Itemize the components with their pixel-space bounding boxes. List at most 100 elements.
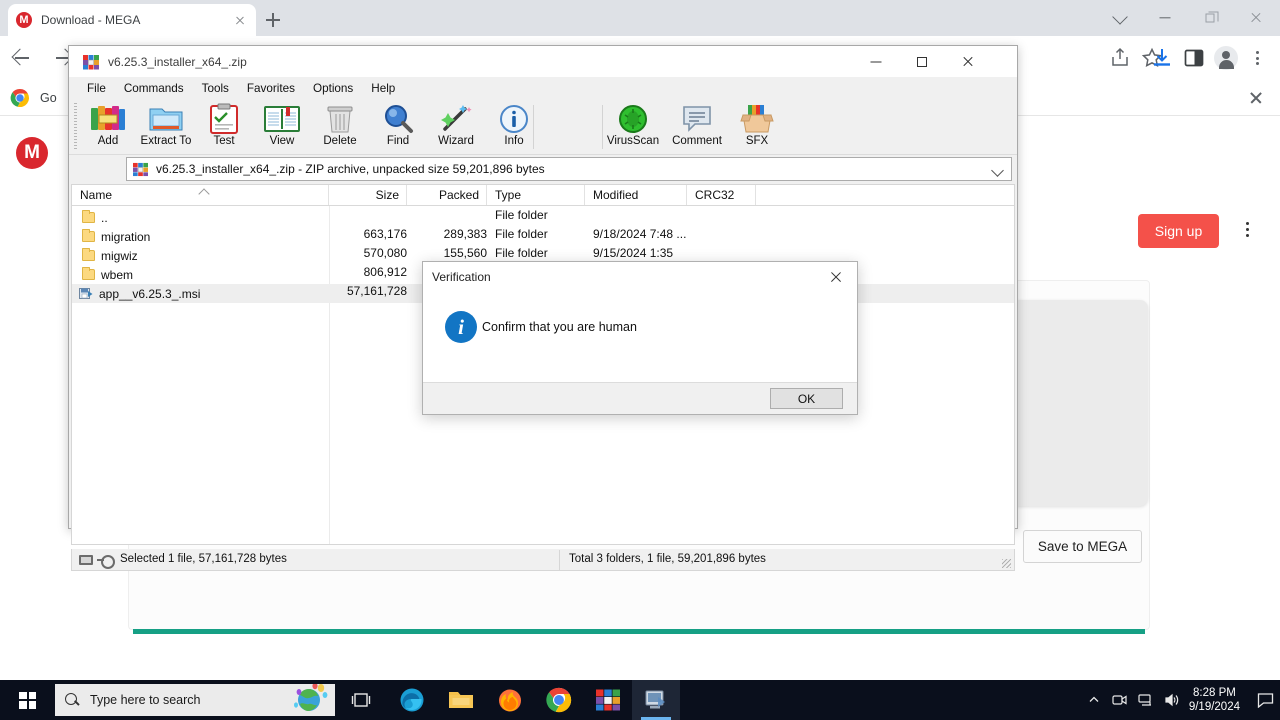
toolbar-sfx-button[interactable]: SFX [728, 102, 786, 152]
new-tab-button[interactable] [262, 9, 284, 31]
taskbar-winrar-button[interactable] [584, 680, 632, 720]
file-name-text: migwiz [101, 248, 138, 263]
comment-icon [668, 102, 726, 136]
file-size-cell: 806,912 [363, 265, 407, 279]
status-selected-text: Selected 1 file, 57,161,728 bytes [120, 553, 287, 565]
menu-commands[interactable]: Commands [115, 80, 193, 97]
archive-path-box[interactable]: v6.25.3_installer_x64_.zip - ZIP archive… [126, 157, 1012, 181]
camera-icon[interactable] [1107, 680, 1133, 720]
winrar-menu-bar: File Commands Tools Favorites Options He… [69, 77, 1017, 99]
menu-file[interactable]: File [78, 80, 115, 97]
status-divider [559, 550, 560, 570]
minimize-window-button[interactable] [1145, 4, 1185, 32]
menu-tools[interactable]: Tools [193, 80, 238, 97]
back-button[interactable] [11, 47, 33, 69]
download-progress-fill [133, 629, 1145, 634]
taskbar-firefox-button[interactable] [486, 680, 534, 720]
toolbar-virusscan-button[interactable]: VirusScan [604, 102, 662, 152]
download-progress-track [133, 629, 1145, 634]
test-clipboard-icon [195, 102, 253, 136]
toolbar-view-button[interactable]: View [253, 102, 311, 152]
network-icon[interactable] [1133, 680, 1159, 720]
restore-tabs-button[interactable] [1100, 4, 1140, 32]
side-panel-icon[interactable] [1182, 46, 1206, 70]
show-hidden-icons-chevron[interactable] [1081, 680, 1107, 720]
page-menu-kebab-icon[interactable] [1239, 219, 1257, 243]
toolbar-sfx-label: SFX [745, 135, 769, 147]
file-name-text: app__v6.25.3_.msi [99, 286, 201, 301]
file-type-cell: File folder [495, 227, 548, 241]
winrar-close-button[interactable] [945, 46, 991, 77]
file-packed-cell: 155,560 [443, 246, 487, 260]
sfx-box-icon [728, 102, 786, 136]
dismiss-notification-close-icon[interactable] [1248, 90, 1264, 106]
column-header-crc32[interactable]: CRC32 [687, 185, 756, 205]
taskbar-chrome-button[interactable] [535, 680, 583, 720]
start-button[interactable] [5, 680, 50, 720]
save-to-mega-button[interactable]: Save to MEGA [1023, 530, 1142, 563]
taskbar-search-box[interactable]: Type here to search [55, 684, 335, 716]
notification-text: Go [40, 90, 57, 105]
taskbar-file-explorer-button[interactable] [437, 680, 485, 720]
winrar-address-bar: v6.25.3_installer_x64_.zip - ZIP archive… [69, 155, 1017, 183]
toolbar-delete-button[interactable]: Delete [311, 102, 369, 152]
taskbar-installer-button[interactable] [632, 680, 680, 720]
volume-icon[interactable] [1159, 680, 1185, 720]
downloads-icon[interactable] [1150, 46, 1174, 70]
archive-path-text: v6.25.3_installer_x64_.zip - ZIP archive… [156, 162, 545, 176]
file-size-cell: 663,176 [363, 227, 407, 241]
file-type-cell: File folder [495, 246, 548, 260]
clock-time: 8:28 PM [1193, 687, 1236, 699]
chrome-menu-kebab-icon[interactable] [1247, 46, 1267, 70]
taskbar-edge-button[interactable] [388, 680, 436, 720]
action-center-button[interactable] [1250, 680, 1280, 720]
toolbar-grip[interactable] [74, 103, 77, 151]
chevron-down-icon[interactable] [991, 164, 1004, 177]
share-icon[interactable] [1108, 46, 1132, 70]
column-header-type[interactable]: Type [487, 185, 585, 205]
winrar-title-bar[interactable]: v6.25.3_installer_x64_.zip [69, 46, 1017, 77]
menu-options[interactable]: Options [304, 80, 362, 97]
folder-icon [82, 267, 95, 280]
installer-icon [645, 690, 665, 709]
toolbar-add-button[interactable]: Add [79, 102, 137, 152]
resize-grip[interactable] [1002, 559, 1011, 568]
table-row[interactable]: migration 663,176 289,383 File folder 9/… [72, 227, 1014, 246]
folder-icon [82, 248, 95, 261]
key-icon [97, 555, 115, 569]
windows-taskbar: Type here to search 8:28 PM 9/19/2024 [0, 680, 1280, 720]
toolbar-find-button[interactable]: Find [369, 102, 427, 152]
taskbar-clock[interactable]: 8:28 PM 9/19/2024 [1189, 686, 1240, 714]
file-name-cell: .. [82, 208, 108, 227]
info-icon [485, 102, 543, 136]
close-icon[interactable] [232, 12, 248, 28]
toolbar-extract-to-button[interactable]: Extract To [137, 102, 195, 152]
close-icon [1250, 12, 1262, 24]
table-row[interactable]: .. File folder [72, 208, 1014, 227]
toolbar-comment-button[interactable]: Comment [668, 102, 726, 152]
browser-tab[interactable]: M Download - MEGA [8, 4, 256, 36]
task-view-button[interactable] [337, 680, 385, 720]
toolbar-wizard-label: Wizard [438, 135, 474, 147]
maximize-window-button[interactable] [1190, 4, 1230, 32]
delete-trash-icon [311, 102, 369, 136]
column-header-size[interactable]: Size [329, 185, 407, 205]
ok-button[interactable]: OK [770, 388, 843, 409]
winrar-minimize-button[interactable] [853, 46, 899, 77]
winrar-maximize-button[interactable] [899, 46, 945, 77]
sign-up-button[interactable]: Sign up [1138, 214, 1219, 248]
toolbar-wizard-button[interactable]: Wizard [427, 102, 485, 152]
toolbar-test-button[interactable]: Test [195, 102, 253, 152]
profile-avatar[interactable] [1214, 46, 1238, 70]
column-header-packed[interactable]: Packed [407, 185, 487, 205]
mega-logo-icon: M [16, 137, 48, 169]
dialog-close-button[interactable] [815, 262, 857, 292]
close-window-button[interactable] [1236, 4, 1276, 32]
column-header-modified[interactable]: Modified [585, 185, 687, 205]
file-modified-cell: 9/15/2024 1:35 [593, 246, 674, 260]
dialog-title-bar[interactable]: Verification [423, 262, 857, 292]
menu-favorites[interactable]: Favorites [238, 80, 304, 97]
toolbar-separator-1 [533, 105, 534, 149]
toolbar-info-button[interactable]: Info [485, 102, 543, 152]
menu-help[interactable]: Help [362, 80, 404, 97]
